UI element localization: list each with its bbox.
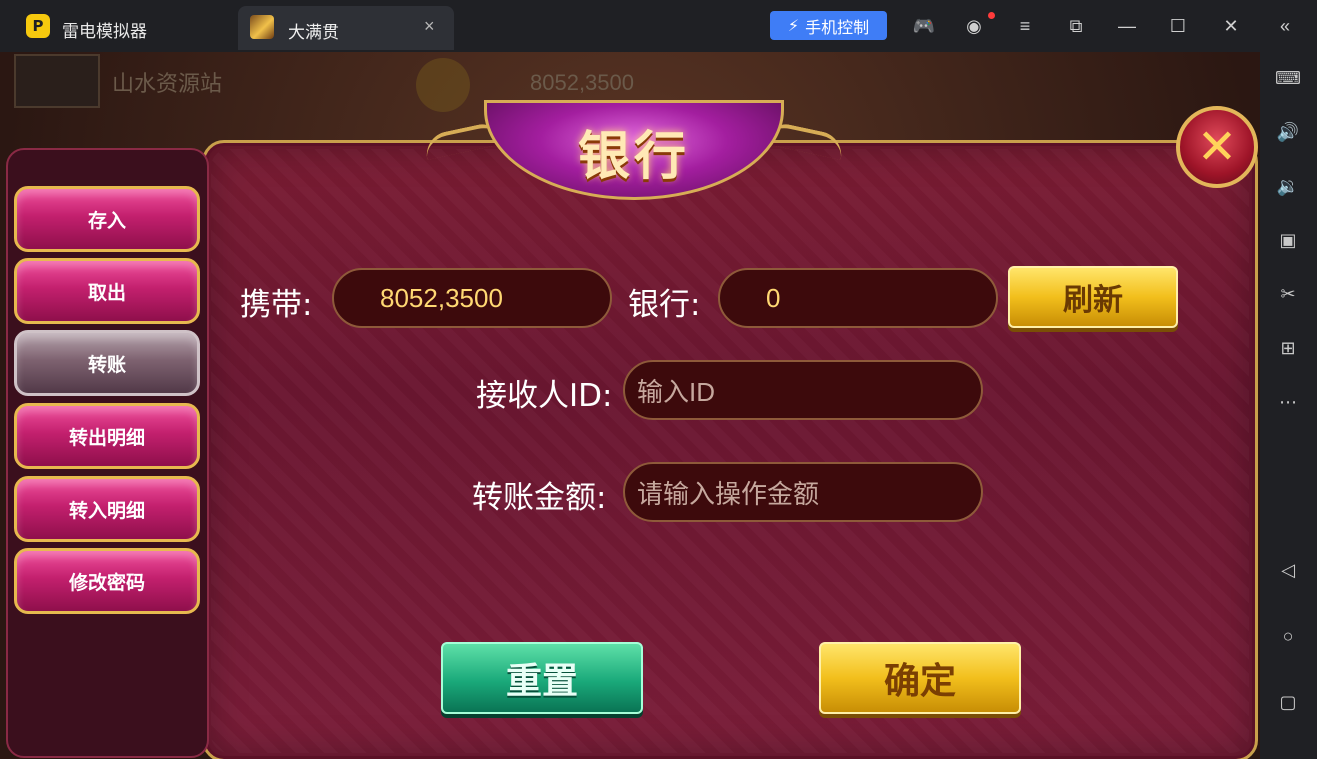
menu-change-password-button[interactable]: 修改密码 — [14, 548, 200, 614]
close-icon[interactable]: ✕ — [1219, 14, 1243, 38]
dialog-title: 银行 — [577, 126, 690, 187]
keyboard-icon[interactable]: ⌨ — [1274, 64, 1302, 92]
reset-button[interactable]: 重置 — [441, 642, 643, 714]
transfer-amount-placeholder: 请输入操作金额 — [637, 478, 820, 509]
menu-icon[interactable]: ≡ — [1013, 14, 1037, 38]
screenshot-icon[interactable]: ▣ — [1274, 226, 1302, 254]
lightning-icon: ⚡ — [787, 17, 800, 35]
bank-balance-label: 银行: — [628, 287, 701, 323]
bank-dialog: 银行 ✕ 存入 取出 转账 转出明细 转入明细 修改密码 携带: 8052,35… — [6, 100, 1258, 759]
title-bar: P 雷电模拟器 大满贯 × ⚡ 手机控制 🎮 ◉ ≡ ⧉ — ☐ ✕ « — [0, 0, 1317, 52]
bank-panel — [202, 140, 1258, 759]
app-logo: P — [26, 14, 50, 38]
minimize-icon[interactable]: — — [1115, 14, 1139, 38]
menu-deposit-button[interactable]: 存入 — [14, 186, 200, 252]
recents-icon[interactable]: ▢ — [1274, 688, 1302, 716]
tab-close-icon[interactable]: × — [424, 16, 435, 37]
menu-withdraw-button[interactable]: 取出 — [14, 258, 200, 324]
bank-balance-field: 0 — [718, 268, 998, 328]
bank-balance-value: 0 — [766, 282, 781, 313]
receiver-id-input[interactable]: 输入ID — [623, 360, 983, 420]
receiver-id-label: 接收人ID: — [476, 378, 613, 414]
carry-amount-value: 8052,3500 — [380, 282, 503, 313]
account-icon[interactable]: ◉ — [962, 14, 986, 38]
notification-dot — [988, 12, 995, 19]
restore-icon[interactable]: ⧉ — [1064, 14, 1088, 38]
back-icon[interactable]: ◁ — [1274, 556, 1302, 584]
carry-amount-field: 8052,3500 — [332, 268, 612, 328]
receiver-id-placeholder: 输入ID — [637, 376, 716, 407]
volume-up-icon[interactable]: 🔊 — [1274, 118, 1302, 146]
player-name: 山水资源站 — [112, 71, 223, 96]
volume-down-icon[interactable]: 🔉 — [1274, 172, 1302, 200]
emulator-toolbar: ⌨ 🔊 🔉 ▣ ✂ ⊞ ⋯ ◁ ○ ▢ — [1260, 52, 1317, 759]
player-gold: 8052,3500 — [530, 70, 634, 95]
confirm-button[interactable]: 确定 — [819, 642, 1021, 714]
game-icon — [250, 15, 274, 39]
more-icon[interactable]: ⋯ — [1274, 388, 1302, 416]
panel-pattern — [211, 149, 1249, 753]
transfer-amount-label: 转账金额: — [472, 480, 607, 516]
refresh-button[interactable]: 刷新 — [1008, 266, 1178, 328]
close-dialog-button[interactable]: ✕ — [1176, 106, 1258, 188]
bank-menu: 存入 取出 转账 转出明细 转入明细 修改密码 — [6, 148, 209, 758]
phone-control-button[interactable]: ⚡ 手机控制 — [770, 11, 887, 40]
game-screen: 山水资源站 8052,3500 银行 ✕ 存入 取出 转账 转出明细 转入明细 … — [0, 52, 1260, 759]
maximize-icon[interactable]: ☐ — [1166, 14, 1190, 38]
collapse-icon[interactable]: « — [1273, 14, 1297, 38]
menu-outgoing-details-button[interactable]: 转出明细 — [14, 403, 200, 469]
scissors-icon[interactable]: ✂ — [1274, 280, 1302, 308]
app-name: 雷电模拟器 — [62, 22, 147, 41]
transfer-amount-input[interactable]: 请输入操作金额 — [623, 462, 983, 522]
title-banner: 银行 — [422, 100, 846, 210]
home-icon[interactable]: ○ — [1274, 622, 1302, 650]
menu-incoming-details-button[interactable]: 转入明细 — [14, 476, 200, 542]
tab-title: 大满贯 — [288, 23, 339, 42]
tab-game[interactable]: 大满贯 × — [238, 6, 454, 50]
carry-label: 携带: — [240, 287, 313, 323]
add-window-icon[interactable]: ⊞ — [1274, 334, 1302, 362]
menu-transfer-button[interactable]: 转账 — [14, 330, 200, 396]
gamepad-icon[interactable]: 🎮 — [912, 14, 936, 38]
close-x-icon: ✕ — [1196, 119, 1238, 175]
